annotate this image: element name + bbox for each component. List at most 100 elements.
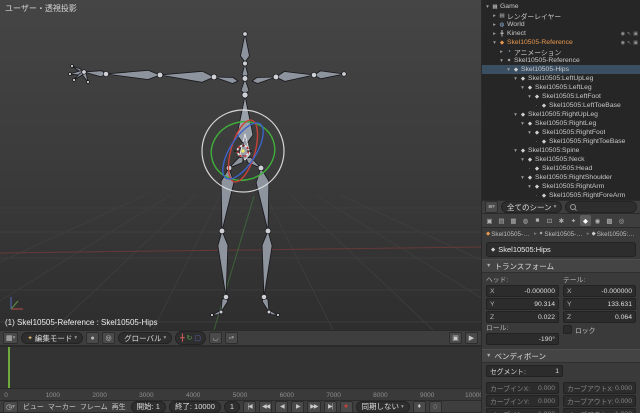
- display-filter-dropdown[interactable]: 全てのシーン ▾: [501, 201, 563, 213]
- tail-x-field[interactable]: X -0.000000: [563, 285, 636, 297]
- timeline-menu[interactable]: ビュー: [21, 402, 46, 412]
- start-frame-field[interactable]: 開始: 1: [130, 400, 166, 413]
- tail-y-field[interactable]: Y 133.631: [563, 298, 636, 310]
- outliner-item-label[interactable]: Skel10505:RightToeBase: [549, 138, 625, 145]
- outliner-item-label[interactable]: Skel10505:Neck: [535, 156, 585, 163]
- prev-keyframe-button[interactable]: ◀◀: [259, 400, 273, 413]
- expand-toggle-icon[interactable]: ▾: [526, 184, 533, 190]
- jump-to-start-button[interactable]: |◀: [243, 400, 257, 413]
- record-button[interactable]: ●: [339, 400, 353, 413]
- outliner-item-label[interactable]: Skel10505:Head: [542, 165, 592, 172]
- outliner[interactable]: ▾ ▦ Game ▸ ▤ レンダーレイヤー ▸ ◍ World ▸ ╋ Kinect ◉ ↖ ▣ ▾ ◆ Skel…: [482, 0, 640, 200]
- bone-name-field[interactable]: ◆ Skel10505:Hips: [486, 242, 636, 257]
- timeline-menu[interactable]: マーカー: [46, 402, 78, 412]
- properties-tab-render[interactable]: ▣: [484, 215, 495, 226]
- breadcrumb-bone[interactable]: ◆Skel10505:Hips: [592, 231, 636, 238]
- roll-field[interactable]: -190°: [486, 333, 559, 345]
- outliner-row[interactable]: ▾ ◆ Skel10505:LeftLeg: [482, 83, 640, 92]
- outliner-row[interactable]: ▾ ◆ Skel10505:LeftFoot: [482, 92, 640, 101]
- properties-tab-render-layers[interactable]: ▤: [496, 215, 507, 226]
- mode-dropdown[interactable]: ✦ 編集モード ▾: [21, 332, 84, 344]
- outliner-item-label[interactable]: Skel10505-Reference: [514, 57, 580, 64]
- outliner-item-label[interactable]: アニメーション: [514, 47, 561, 57]
- expand-toggle-icon[interactable]: ▾: [526, 94, 533, 100]
- scale-manipulator-icon[interactable]: ▢: [194, 334, 201, 342]
- outliner-row[interactable]: ▾ ◆ Skel10505:LeftUpLeg: [482, 74, 640, 83]
- outliner-row[interactable]: ▾ ◆ Skel10505:RightShoulder: [482, 173, 640, 182]
- properties-tab-constraints[interactable]: ⊡: [544, 215, 555, 226]
- pivot-center-button[interactable]: ◎: [102, 332, 116, 344]
- orientation-dropdown[interactable]: グローバル ▾: [118, 332, 173, 344]
- outliner-item-label[interactable]: Skel10505:RightShoulder: [535, 174, 612, 181]
- rotate-manipulator-icon[interactable]: ↻: [187, 334, 193, 342]
- translate-manipulator-icon[interactable]: ╋: [180, 334, 184, 342]
- outliner-item-label[interactable]: Skel10505:LeftFoot: [542, 93, 601, 100]
- renderability-icon[interactable]: ▣: [633, 40, 638, 46]
- properties-tab-world[interactable]: ◍: [520, 215, 531, 226]
- properties-tab-data[interactable]: ✦: [568, 215, 579, 226]
- editor-type-button[interactable]: ◷ ▾: [3, 400, 18, 413]
- head-y-field[interactable]: Y 90.314: [486, 298, 559, 310]
- outliner-item-label[interactable]: Skel10505:LeftLeg: [535, 84, 592, 91]
- renderability-icon[interactable]: ▣: [633, 31, 638, 37]
- head-x-field[interactable]: X -0.000000: [486, 285, 559, 297]
- timeline-ruler[interactable]: 0 1000 2000 3000 4000 5000 6000 7000 8000 9000 100…: [0, 388, 481, 400]
- outliner-row[interactable]: ▾ ◆ Skel10505:RightArm: [482, 182, 640, 191]
- outliner-row[interactable]: ▾ ✦ Skel10505-Reference: [482, 56, 640, 65]
- next-keyframe-button[interactable]: ▶▶: [307, 400, 321, 413]
- editor-type-button[interactable]: ▦ ▾: [3, 332, 19, 344]
- outliner-row[interactable]: ▾ ◆ Skel10505:RightFoot: [482, 128, 640, 137]
- segments-field[interactable]: セグメント: 1: [486, 365, 563, 377]
- timeline-menu[interactable]: 再生: [110, 402, 128, 412]
- opengl-render-still-button[interactable]: ▣: [449, 332, 462, 344]
- expand-toggle-icon[interactable]: ▾: [484, 4, 491, 10]
- outliner-item-label[interactable]: Skel10505:LeftToeBase: [549, 102, 621, 109]
- outliner-search-input[interactable]: [565, 201, 637, 213]
- outliner-item-label[interactable]: Skel10505:RightUpLeg: [528, 111, 598, 118]
- viewport-shading-button[interactable]: ●: [86, 332, 100, 344]
- expand-toggle-icon[interactable]: ▾: [526, 130, 533, 136]
- visibility-icon[interactable]: ◉: [621, 40, 625, 46]
- visibility-icon[interactable]: ◉: [621, 31, 625, 37]
- play-button[interactable]: ▶: [291, 400, 305, 413]
- outliner-row[interactable]: · ◆ Skel10505:RightToeBase: [482, 137, 640, 146]
- outliner-row[interactable]: ▾ ◆ Skel10505:RightLeg: [482, 119, 640, 128]
- outliner-item-label[interactable]: レンダーレイヤー: [507, 11, 561, 21]
- outliner-row[interactable]: ▸ ◍ World: [482, 20, 640, 29]
- editor-type-button[interactable]: ≡ ▾: [485, 201, 498, 213]
- outliner-item-label[interactable]: Skel10505:RightFoot: [542, 129, 605, 136]
- delete-keyframe-button[interactable]: ♢: [428, 400, 442, 413]
- properties-tab-texture[interactable]: ▩: [604, 215, 615, 226]
- properties-tab-material[interactable]: ◉: [592, 215, 603, 226]
- snap-magnet-button[interactable]: ◡: [209, 332, 223, 344]
- breadcrumb-armature[interactable]: ✦Skel10505-Reference: [539, 231, 585, 238]
- breadcrumb-object[interactable]: ◆Skel10505-Reference: [486, 231, 532, 238]
- expand-toggle-icon[interactable]: ▸: [491, 22, 498, 28]
- outliner-item-label[interactable]: Game: [500, 3, 519, 10]
- properties-tab-object[interactable]: ■: [532, 215, 543, 226]
- outliner-row[interactable]: ▸ ╋ Kinect ◉ ↖ ▣: [482, 29, 640, 38]
- outliner-item-label[interactable]: Skel10505-Hips: [521, 66, 569, 73]
- outliner-item-label[interactable]: Skel10505:LeftUpLeg: [528, 75, 593, 82]
- outliner-row[interactable]: ▸ ◔ アニメーション: [482, 47, 640, 57]
- tail-z-field[interactable]: Z 0.064: [563, 311, 636, 323]
- properties-tab-physics[interactable]: ◎: [616, 215, 627, 226]
- bendy-bones-panel-header[interactable]: ▼ ベンディボーン: [482, 349, 640, 363]
- jump-to-end-button[interactable]: ▶|: [323, 400, 337, 413]
- expand-toggle-icon[interactable]: ▾: [519, 85, 526, 91]
- insert-keyframe-button[interactable]: ♦: [412, 400, 426, 413]
- timeline[interactable]: 0 1000 2000 3000 4000 5000 6000 7000 8000 9000 100…: [0, 347, 481, 400]
- outliner-item-label[interactable]: Skel10505:RightArm: [542, 183, 604, 190]
- outliner-item-label[interactable]: World: [507, 21, 525, 28]
- outliner-item-label[interactable]: Skel10505:RightLeg: [535, 120, 596, 127]
- outliner-row[interactable]: · ◆ Skel10505:LeftToeBase: [482, 101, 640, 110]
- transform-panel-header[interactable]: ▼ トランスフォーム: [482, 259, 640, 273]
- timeline-menu[interactable]: フレーム: [78, 402, 110, 412]
- outliner-row[interactable]: ▾ ◆ Skel10505-Hips: [482, 65, 640, 74]
- expand-toggle-icon[interactable]: ▾: [498, 58, 505, 64]
- outliner-item-label[interactable]: Skel10505:RightForeArm: [549, 192, 625, 199]
- outliner-row[interactable]: · ◆ Skel10505:Head: [482, 164, 640, 173]
- outliner-row[interactable]: ▾ ◆ Skel10505:Neck: [482, 155, 640, 164]
- snap-element-button[interactable]: ▫ ▾: [225, 332, 239, 344]
- opengl-render-anim-button[interactable]: ▶: [465, 332, 478, 344]
